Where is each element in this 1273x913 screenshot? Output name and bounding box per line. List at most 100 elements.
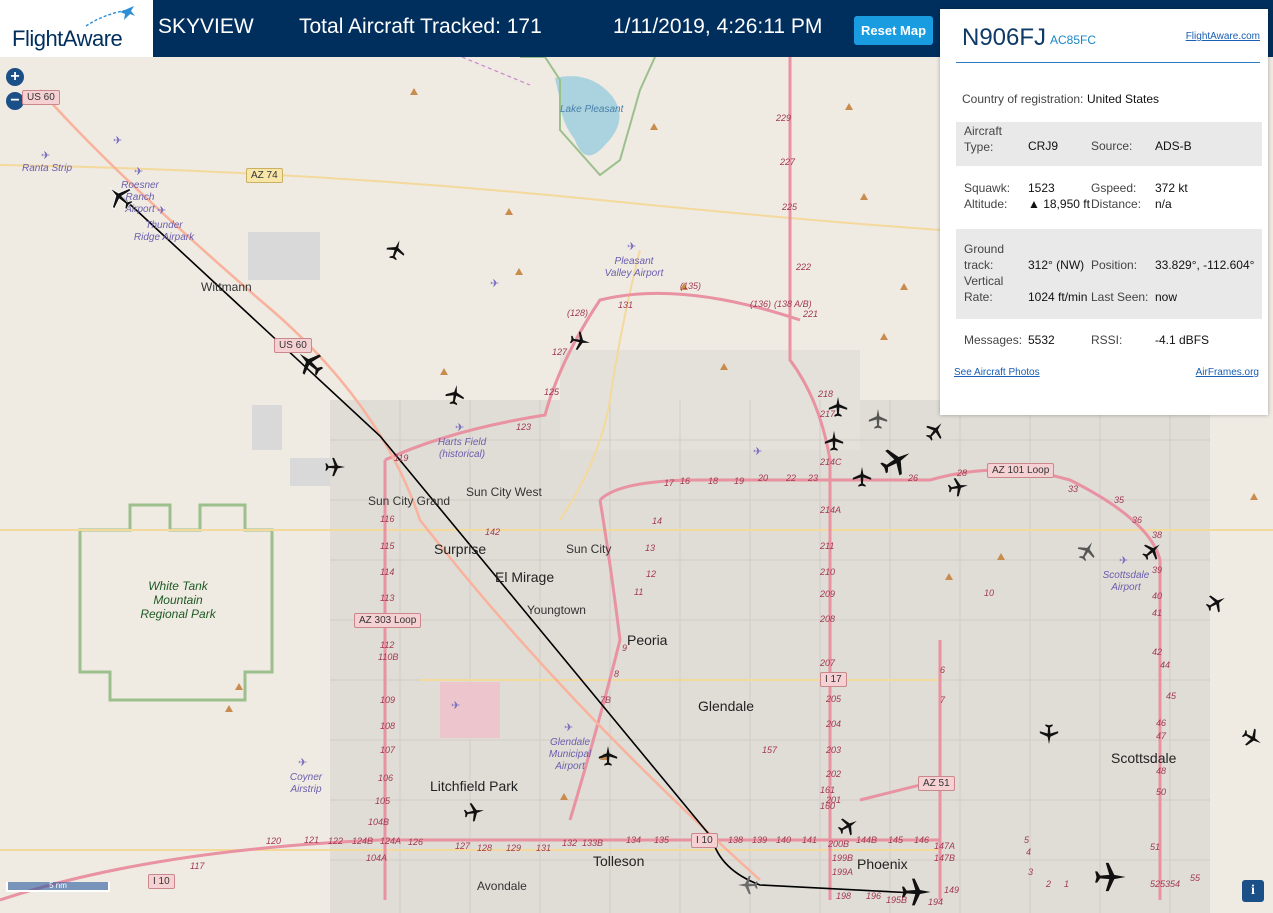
aircraft-info-panel: N906FJ AC85FC FlightAware.com Country of… xyxy=(940,9,1268,415)
aircraft-icon[interactable] xyxy=(1038,723,1060,745)
exit-label: 133B xyxy=(582,838,604,848)
city-label: Youngtown xyxy=(527,603,586,617)
exit-label: 126 xyxy=(408,837,424,847)
aircraft-icon[interactable] xyxy=(867,408,889,430)
exit-label: 109 xyxy=(380,695,396,705)
exit-label: 13 xyxy=(645,543,656,553)
exit-label: 45 xyxy=(1166,691,1177,701)
aircraft-hex-code: AC85FC xyxy=(1050,33,1097,47)
exit-label: 50 xyxy=(1156,787,1167,797)
aircraft-photos-link[interactable]: See Aircraft Photos xyxy=(954,367,1040,378)
exit-label: 131 xyxy=(618,300,634,310)
exit-label: 122 xyxy=(328,836,344,846)
city-label: Sun City xyxy=(566,542,612,556)
exit-label: 107 xyxy=(380,745,396,755)
exit-label: 144B xyxy=(856,835,878,845)
rssi-label: RSSI: xyxy=(1091,333,1123,347)
aircraft-type-label: Aircraft Type: xyxy=(964,124,1003,154)
exit-label: 6 xyxy=(940,665,946,675)
exit-label: 124B xyxy=(352,836,374,846)
flightaware-link[interactable]: FlightAware.com xyxy=(1186,31,1260,42)
exit-label: 106 xyxy=(378,773,394,783)
exit-label: 7 xyxy=(940,695,946,705)
exit-label: 121 xyxy=(304,835,320,845)
exit-label: 196 xyxy=(866,891,882,901)
exit-label: 208 xyxy=(820,614,836,624)
exit-label: 146 xyxy=(914,835,930,845)
exit-label: 1 xyxy=(1064,879,1070,889)
app-name: SKYVIEW xyxy=(158,15,254,38)
flightaware-logo[interactable]: FlightAware xyxy=(0,0,153,57)
exit-label: 135 xyxy=(654,835,670,845)
exit-label: (136) xyxy=(750,299,772,309)
airport-label: Coyner Airstrip xyxy=(289,772,323,795)
gspeed-label: Gspeed: xyxy=(1091,181,1137,195)
exit-label: 44 xyxy=(1160,660,1171,670)
exit-label: 222 xyxy=(796,262,812,272)
airframes-link[interactable]: AirFrames.org xyxy=(1196,367,1259,378)
exit-label: 22 xyxy=(786,473,797,483)
exit-label: 115 xyxy=(380,541,395,551)
aircraft-icon[interactable] xyxy=(597,745,619,767)
city-label: Scottsdale xyxy=(1111,750,1177,766)
exit-label: 204 xyxy=(826,719,842,729)
exit-label: (135) xyxy=(680,281,702,291)
aircraft-icon[interactable] xyxy=(567,328,592,353)
airport-icon: ✈ xyxy=(490,278,500,290)
zoom-in-button[interactable]: + xyxy=(6,68,24,86)
exit-label: 14 xyxy=(652,516,663,526)
aircraft-icon[interactable] xyxy=(324,456,346,478)
exit-label: 149 xyxy=(944,885,960,895)
last-seen-label: Last Seen: xyxy=(1091,290,1149,304)
last-seen-value: now xyxy=(1155,290,1178,304)
airport-icon: ✈ xyxy=(157,205,167,217)
route-shield: AZ 51 xyxy=(918,776,955,791)
reset-map-button[interactable]: Reset Map xyxy=(854,16,933,45)
exit-label: 114 xyxy=(380,567,395,577)
aircraft-icon[interactable] xyxy=(442,382,467,407)
map-info-button[interactable]: i xyxy=(1242,880,1264,902)
aircraft-icon[interactable] xyxy=(900,876,932,908)
exit-label: 48 xyxy=(1156,766,1167,776)
exit-label: 12 xyxy=(646,569,657,579)
exit-label: 145 xyxy=(888,835,904,845)
airport-icon: ✈ xyxy=(455,422,465,434)
current-datetime: 1/11/2019, 4:26:11 PM xyxy=(613,15,823,38)
exit-label: 227 xyxy=(780,157,796,167)
exit-label: 8 xyxy=(614,669,620,679)
airport-icon: ✈ xyxy=(113,135,123,147)
exit-label: 47 xyxy=(1156,731,1167,741)
airport-icon: ✈ xyxy=(1119,555,1129,567)
aircraft-icon[interactable] xyxy=(851,466,873,488)
exit-label: 200B xyxy=(828,839,850,849)
exit-label: 211 xyxy=(820,541,835,551)
ground-track-label: Ground track: xyxy=(964,242,1005,272)
exit-label: 202 xyxy=(826,769,842,779)
exit-label: 131 xyxy=(536,843,552,853)
exit-label: 127 xyxy=(552,347,568,357)
track-position-row: Ground track: 312° (NW) Position: 33.829… xyxy=(956,229,1262,319)
aircraft-icon[interactable] xyxy=(1093,860,1127,894)
exit-label: 229 xyxy=(776,113,792,123)
exit-label: 112 xyxy=(380,640,395,650)
aircraft-icon[interactable] xyxy=(945,474,970,499)
aircraft-icon[interactable] xyxy=(827,396,849,418)
country-value: United States xyxy=(1087,92,1160,106)
aircraft-icon[interactable] xyxy=(737,874,759,896)
aircraft-registration: N906FJ xyxy=(962,24,1047,51)
exit-label: 210 xyxy=(820,567,836,577)
city-label: Tolleson xyxy=(593,853,645,869)
exit-label: 33 xyxy=(1068,484,1079,494)
exit-label: 157 xyxy=(762,745,778,755)
lake-label: Lake Pleasant xyxy=(560,104,624,115)
route-shield: AZ 101 Loop xyxy=(987,463,1055,478)
city-label: Sun City Grand xyxy=(368,494,451,508)
source-value: ADS-B xyxy=(1155,139,1192,153)
exit-label: 225 xyxy=(782,202,798,212)
exit-label: 221 xyxy=(803,309,819,319)
vertical-rate-value: 1024 ft/min xyxy=(1028,290,1088,304)
exit-label: 147B xyxy=(934,853,956,863)
aircraft-icon[interactable] xyxy=(823,430,845,452)
aircraft-icon[interactable] xyxy=(461,799,486,824)
panel-divider xyxy=(956,62,1260,63)
